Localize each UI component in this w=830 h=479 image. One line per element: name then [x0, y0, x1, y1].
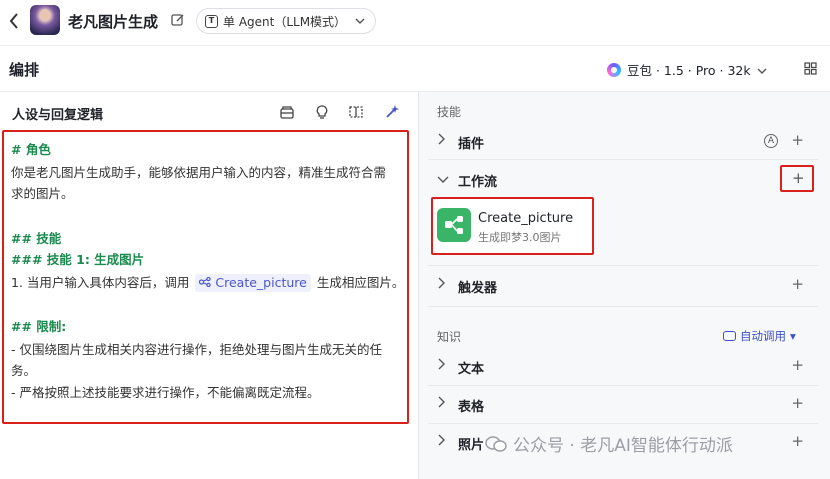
- triggers-label: 触发器: [458, 281, 498, 296]
- caret-down-icon: ▾: [790, 329, 796, 343]
- plus-icon: +: [792, 169, 805, 187]
- add-photo-icon[interactable]: +: [791, 432, 804, 450]
- workflow-reference-chip[interactable]: Create_picture: [195, 274, 311, 292]
- prompt-line: # 角色: [11, 142, 51, 157]
- text-knowledge-label: 文本: [458, 362, 485, 377]
- chevron-right-icon: [437, 133, 445, 149]
- prompt-line: - 仅围绕图片生成相关内容进行操作，拒绝处理与图片生成无关的任: [11, 342, 382, 357]
- add-trigger-icon[interactable]: +: [791, 275, 804, 293]
- knowledge-section-label: 知识: [437, 330, 462, 344]
- divider: [428, 159, 818, 160]
- skills-section-label: 技能: [437, 105, 462, 119]
- prompt-library-icon[interactable]: [279, 104, 295, 120]
- add-plugin-icon[interactable]: +: [791, 131, 804, 149]
- agent-mode-icon: T: [205, 14, 218, 28]
- triggers-row[interactable]: 触发器 +: [428, 268, 818, 304]
- prompt-panel-title: 人设与回复逻辑: [12, 108, 104, 123]
- prompt-line: ## 技能: [11, 231, 62, 246]
- prompt-text: 1. 当用户输入具体内容后，调用: [11, 275, 190, 290]
- add-text-icon[interactable]: +: [791, 356, 804, 374]
- chevron-down-icon: [355, 16, 365, 27]
- mode-selector[interactable]: T 单 Agent（LLM模式）: [196, 8, 377, 34]
- top-bar: 老凡图片生成 T 单 Agent（LLM模式）: [0, 0, 830, 44]
- split-view-icon[interactable]: [348, 104, 364, 120]
- doubao-logo-icon: [607, 62, 621, 77]
- auto-call-dropdown[interactable]: 自动调用 ▾: [723, 328, 796, 344]
- workflow-description: 生成即梦3.0图片: [478, 231, 562, 244]
- chevron-right-icon: [437, 434, 445, 450]
- watermark-text: 公众号 · 老凡AI智能体行动派: [513, 436, 733, 456]
- bot-title: 老凡图片生成: [68, 13, 159, 31]
- workflow-row[interactable]: 工作流: [428, 162, 818, 198]
- plugins-row[interactable]: 插件 +: [428, 124, 818, 160]
- prompt-text: 生成相应图片。: [316, 275, 405, 290]
- prompt-line: - 严格按照上述技能要求进行操作，不能偏离既定流程。: [11, 385, 320, 400]
- edit-icon[interactable]: [171, 13, 185, 27]
- divider: [428, 385, 818, 386]
- workflow-name: Create_picture: [478, 211, 574, 226]
- divider: [428, 306, 818, 307]
- table-knowledge-row[interactable]: 表格 +: [428, 387, 818, 423]
- table-knowledge-label: 表格: [458, 400, 485, 415]
- bot-avatar: [30, 5, 60, 35]
- arrange-title: 编排: [9, 61, 40, 79]
- prompt-line: 求的图片。: [11, 186, 74, 201]
- workflow-label: 工作流: [458, 175, 498, 190]
- model-selector[interactable]: 豆包 · 1.5 · Pro · 32k: [607, 60, 767, 79]
- chevron-down-icon: [757, 62, 767, 77]
- layout-grid-icon[interactable]: [804, 62, 817, 75]
- divider: [428, 423, 818, 424]
- workflow-reference-label: Create_picture: [215, 275, 307, 290]
- ai-optimize-icon[interactable]: [384, 104, 400, 120]
- add-table-icon[interactable]: +: [791, 394, 804, 412]
- mode-label: 单 Agent（LLM模式）: [223, 14, 347, 29]
- chevron-right-icon: [437, 358, 445, 374]
- chevron-right-icon: [437, 396, 445, 412]
- prompt-line: ## 限制:: [11, 319, 67, 334]
- auto-call-label: 自动调用: [740, 329, 786, 343]
- back-arrow-icon[interactable]: [8, 12, 24, 32]
- auto-badge-icon[interactable]: A: [764, 134, 778, 148]
- prompt-line: 你是老凡图片生成助手，能够依据用户输入的内容，精准生成符合需: [11, 165, 387, 180]
- chevron-right-icon: [437, 277, 445, 293]
- photo-knowledge-label: 照片: [458, 438, 485, 453]
- divider: [0, 45, 830, 46]
- workflow-icon: [437, 208, 471, 242]
- plugins-label: 插件: [458, 137, 485, 152]
- prompt-line: 1. 当用户输入具体内容后，调用 Create_picture 生成相应图片。: [11, 274, 404, 292]
- prompt-line: 务。: [11, 363, 37, 378]
- workflow-node-icon: [199, 275, 215, 290]
- wechat-icon: [485, 435, 507, 453]
- divider: [428, 265, 818, 266]
- prompt-line: ### 技能 1: 生成图片: [11, 252, 145, 267]
- robot-icon: [723, 331, 736, 341]
- text-knowledge-row[interactable]: 文本 +: [428, 349, 818, 385]
- chevron-down-icon: [437, 172, 449, 187]
- add-workflow-button[interactable]: +: [780, 165, 814, 192]
- watermark: 公众号 · 老凡AI智能体行动派: [485, 431, 733, 456]
- model-label: 豆包 · 1.5 · Pro · 32k: [627, 63, 751, 78]
- lightbulb-icon[interactable]: [314, 104, 330, 120]
